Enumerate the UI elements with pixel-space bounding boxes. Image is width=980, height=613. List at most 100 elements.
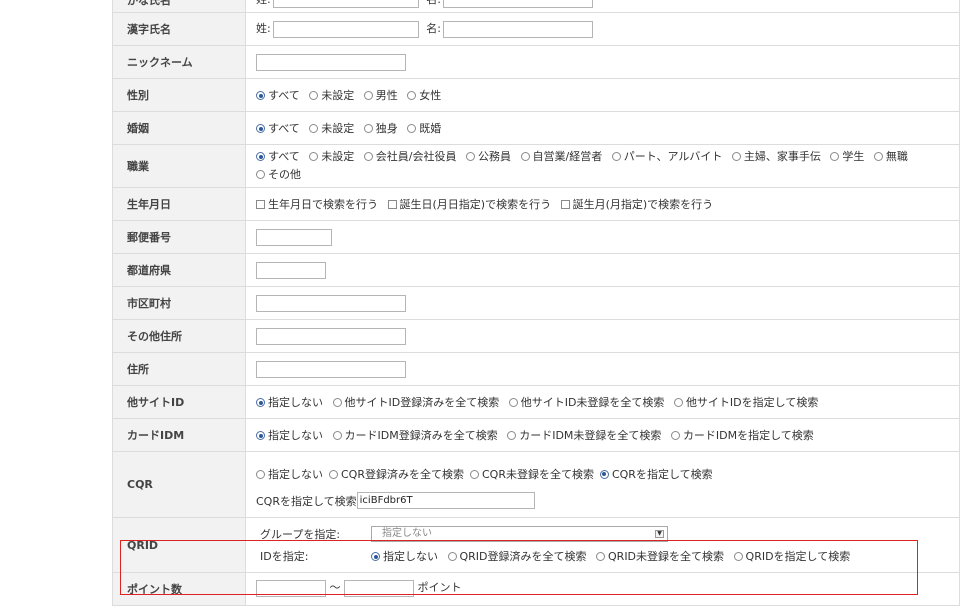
marital-option-2[interactable]: 独身: [363, 122, 398, 135]
checkbox-empty-icon[interactable]: [387, 200, 397, 209]
radio-empty-icon[interactable]: [363, 91, 373, 100]
qrid-group-select-value: 指定しない: [382, 528, 432, 539]
gender-option-3[interactable]: 女性: [407, 89, 441, 102]
cqr-option-label: CQR登録済みを全て検索: [341, 467, 464, 481]
radio-empty-icon[interactable]: [507, 431, 517, 440]
occupation-option-label: 主婦、家事手伝: [743, 150, 821, 163]
occupation-radio-group: すべて 未設定 会社員/会社役員 公務員 自営業/経営者 パート、アルバイト 主…: [245, 144, 960, 188]
city-input[interactable]: [256, 294, 406, 312]
radio-empty-icon[interactable]: [363, 124, 373, 133]
kanji-first-input[interactable]: [442, 20, 593, 38]
radio-empty-icon[interactable]: [731, 152, 741, 161]
occupation-option-label: 公務員: [478, 150, 512, 163]
occupation-option-0[interactable]: すべて: [256, 150, 300, 163]
radio-empty-icon[interactable]: [520, 152, 530, 161]
gender-option-2[interactable]: 男性: [363, 89, 398, 102]
radio-empty-icon[interactable]: [407, 91, 417, 100]
nickname-input[interactable]: [256, 53, 406, 71]
kana-first-input[interactable]: [442, 0, 593, 9]
radio-selected-icon[interactable]: [256, 431, 265, 440]
birthdate-check-2[interactable]: 誕生月(月指定)で検索を行う: [560, 198, 714, 211]
radio-empty-icon[interactable]: [332, 398, 342, 407]
radio-selected-icon[interactable]: [599, 469, 609, 479]
label-gender: 性別: [112, 78, 246, 112]
label-nickname: ニックネーム: [112, 45, 246, 79]
radio-empty-icon[interactable]: [332, 431, 342, 440]
cqr-option-1[interactable]: CQR登録済みを全て検索: [329, 466, 464, 482]
card-idm-option-label: カードIDMを指定して検索: [682, 429, 814, 442]
checkbox-empty-icon[interactable]: [560, 200, 570, 209]
radio-empty-icon[interactable]: [363, 152, 373, 161]
marital-option-3[interactable]: 既婚: [407, 122, 441, 135]
radio-empty-icon[interactable]: [329, 469, 338, 479]
radio-empty-icon[interactable]: [407, 124, 417, 133]
prefecture-input[interactable]: [256, 261, 326, 279]
radio-empty-icon[interactable]: [256, 469, 265, 479]
card-idm-option-3[interactable]: カードIDMを指定して検索: [670, 429, 814, 442]
radio-empty-icon[interactable]: [256, 170, 265, 179]
occupation-option-8[interactable]: 無職: [873, 150, 908, 163]
radio-selected-icon[interactable]: [256, 124, 265, 133]
occupation-option-9[interactable]: その他: [256, 168, 301, 181]
postal-input[interactable]: [256, 228, 332, 246]
card-idm-option-label: カードIDM未登録を全て検索: [519, 429, 662, 442]
radio-empty-icon[interactable]: [309, 124, 319, 133]
label-occupation: 職業: [112, 144, 246, 188]
radio-selected-icon[interactable]: [256, 91, 265, 100]
kanji-last-input[interactable]: [272, 20, 419, 38]
occupation-option-5[interactable]: パート、アルバイト: [611, 150, 722, 163]
cqr-option-2[interactable]: CQR未登録を全て検索: [469, 466, 594, 482]
occupation-option-6[interactable]: 主婦、家事手伝: [731, 150, 821, 163]
radio-empty-icon[interactable]: [309, 152, 319, 161]
radio-empty-icon[interactable]: [873, 152, 883, 161]
row-occupation: 職業 すべて 未設定 会社員/会社役員 公務員 自営業/経営者 パート、アルバイ…: [112, 144, 960, 188]
cqr-option-3[interactable]: CQRを指定して検索: [599, 466, 713, 482]
radio-empty-icon[interactable]: [466, 152, 476, 161]
occupation-option-label: 自営業/経営者: [532, 150, 603, 163]
radio-empty-icon[interactable]: [508, 398, 518, 407]
cqr-option-0[interactable]: 指定しない: [256, 466, 323, 482]
other-address-input[interactable]: [256, 327, 406, 345]
kanji-last-label: 姓:: [256, 22, 271, 36]
birthdate-check-0[interactable]: 生年月日で検索を行う: [256, 198, 378, 211]
card-idm-option-0[interactable]: 指定しない: [256, 429, 323, 442]
radio-empty-icon[interactable]: [830, 152, 840, 161]
marital-option-label: 未設定: [321, 122, 355, 135]
radio-empty-icon[interactable]: [670, 431, 680, 440]
other-site-id-radio-group: 指定しない 他サイトID登録済みを全て検索 他サイトID未登録を全て検索 他サイ…: [245, 385, 960, 419]
occupation-option-2[interactable]: 会社員/会社役員: [363, 150, 457, 163]
cqr-search-input[interactable]: iciBFdbr6T: [356, 492, 535, 509]
radio-selected-icon[interactable]: [256, 398, 265, 407]
row-prefecture: 都道府県: [112, 253, 960, 287]
row-other-site-id: 他サイトID 指定しない 他サイトID登録済みを全て検索 他サイトID未登録を全…: [112, 385, 960, 419]
radio-empty-icon[interactable]: [469, 469, 479, 479]
occupation-option-1[interactable]: 未設定: [309, 150, 354, 163]
radio-empty-icon[interactable]: [673, 398, 683, 407]
gender-option-1[interactable]: 未設定: [309, 89, 354, 102]
radio-selected-icon[interactable]: [256, 152, 265, 161]
checkbox-empty-icon[interactable]: [256, 200, 265, 209]
occupation-option-label: その他: [268, 168, 301, 181]
card-idm-option-1[interactable]: カードIDM登録済みを全て検索: [332, 429, 498, 442]
kana-last-input[interactable]: [272, 0, 419, 9]
occupation-option-3[interactable]: 公務員: [466, 150, 511, 163]
occupation-option-7[interactable]: 学生: [830, 150, 864, 163]
other-site-id-option-2[interactable]: 他サイトID未登録を全て検索: [508, 396, 664, 409]
card-idm-option-2[interactable]: カードIDM未登録を全て検索: [507, 429, 661, 442]
marital-option-1[interactable]: 未設定: [309, 122, 354, 135]
occupation-option-4[interactable]: 自営業/経営者: [520, 150, 603, 163]
radio-empty-icon[interactable]: [309, 91, 319, 100]
other-site-id-option-0[interactable]: 指定しない: [256, 396, 323, 409]
marital-option-0[interactable]: すべて: [256, 122, 300, 135]
gender-option-0[interactable]: すべて: [256, 89, 300, 102]
other-site-id-option-1[interactable]: 他サイトID登録済みを全て検索: [332, 396, 499, 409]
birthdate-check-label: 誕生月(月指定)で検索を行う: [572, 198, 714, 211]
label-kanji-name: 漢字氏名: [112, 12, 246, 46]
radio-empty-icon[interactable]: [611, 152, 621, 161]
occupation-option-label: 未設定: [321, 150, 355, 163]
chevron-down-icon: ▼: [655, 530, 664, 538]
address-input[interactable]: [256, 360, 406, 378]
row-kana-name: かな氏名 姓: 名:: [112, 0, 960, 13]
other-site-id-option-3[interactable]: 他サイトIDを指定して検索: [673, 396, 818, 409]
birthdate-check-1[interactable]: 誕生日(月日指定)で検索を行う: [387, 198, 551, 211]
